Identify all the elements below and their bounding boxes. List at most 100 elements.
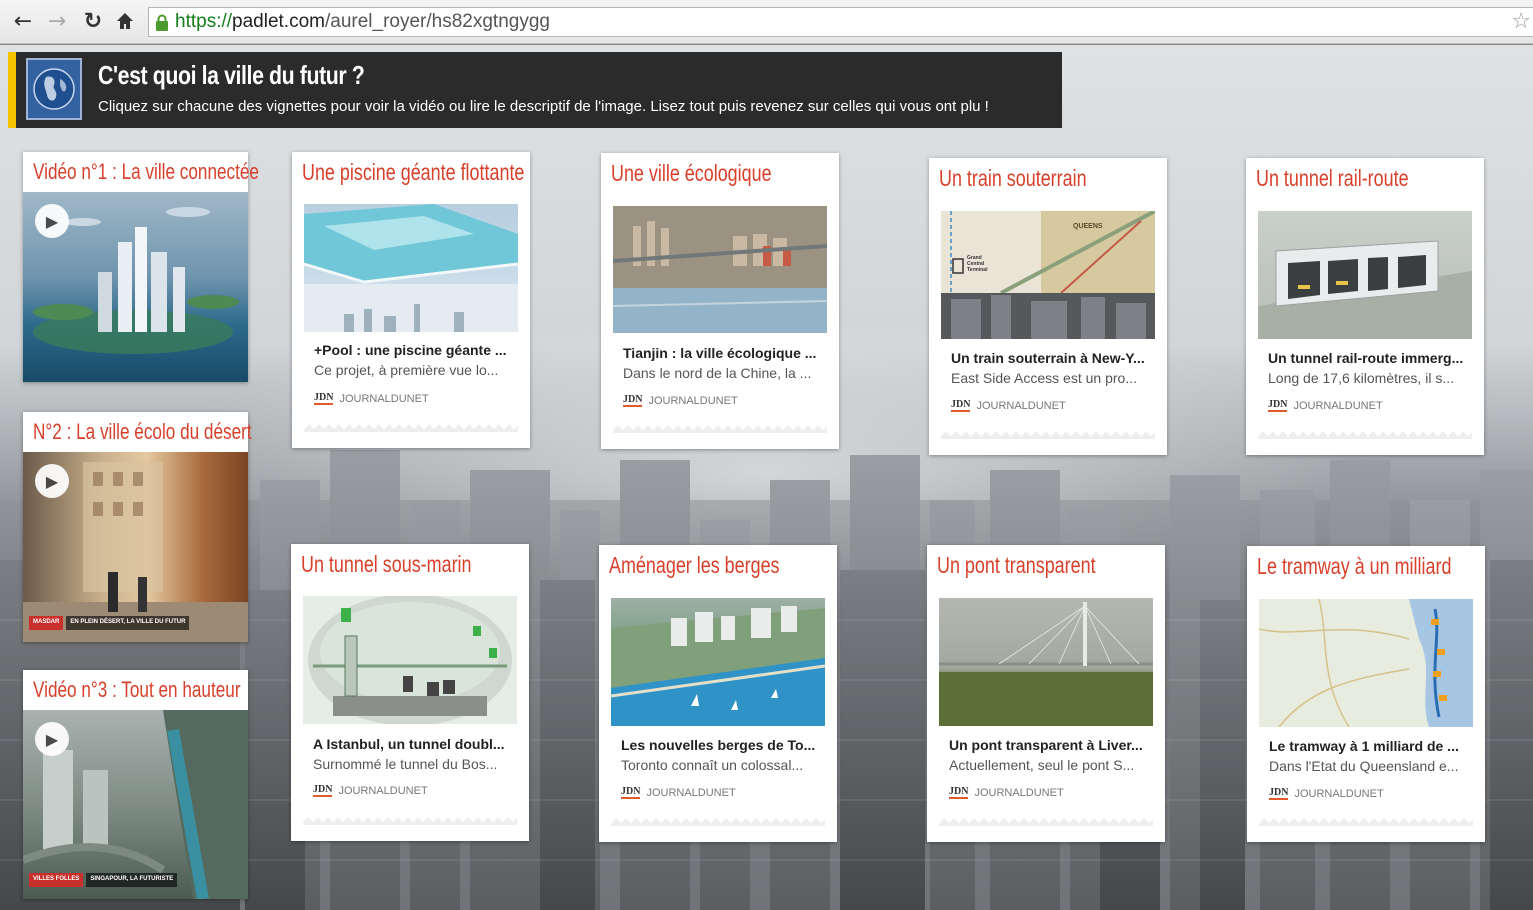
card-link-desc: Dans le nord de la Chine, la ... [623, 365, 812, 381]
link-card-subway[interactable]: Un train souterrain QUEENS Grand Central… [929, 158, 1167, 455]
card-link-desc: Ce projet, à première vue lo... [314, 362, 499, 378]
play-icon[interactable]: ▶ [35, 722, 69, 756]
video-card-2[interactable]: N°2 : La ville écolo du désert ▶ MASDAR E… [23, 412, 252, 642]
card-link-title[interactable]: Un pont transparent à Liver... [949, 737, 1143, 753]
card-link-title[interactable]: Tianjin : la ville écologique ... [623, 345, 816, 361]
card-divider [611, 816, 825, 826]
card-link-title[interactable]: Un train souterrain à New-Y... [951, 350, 1145, 366]
browser-toolbar: ← → ↻ https://padlet.com/aurel_royer/hs8… [0, 0, 1533, 44]
lock-icon [155, 14, 169, 31]
link-card-tramway[interactable]: Le tramway à un milliard Le tramway à 1 … [1247, 546, 1485, 842]
source-logo: JDN [623, 394, 643, 407]
card-source[interactable]: JDN JOURNALDUNET [313, 784, 428, 797]
card-thumbnail[interactable] [1258, 211, 1472, 339]
link-card-eco-city[interactable]: Une ville écologique Tianjin : la ville … [601, 153, 839, 449]
home-icon[interactable] [112, 8, 138, 34]
source-name: JOURNALDUNET [1294, 787, 1384, 800]
card-link-title[interactable]: Les nouvelles berges de To... [621, 737, 815, 753]
card-thumbnail[interactable] [303, 596, 517, 724]
source-name: JOURNALDUNET [339, 392, 429, 405]
card-link-desc: Dans l'Etat du Queensland e... [1269, 758, 1459, 774]
video-thumbnail[interactable]: ▶ VILLES FOLLES SINGAPOUR, LA FUTURISTE [23, 710, 248, 899]
source-name: JOURNALDUNET [648, 394, 738, 407]
card-link-desc: Surnommé le tunnel du Bos... [313, 756, 498, 772]
card-title: Une piscine géante flottante [302, 159, 525, 185]
card-link-desc: Long de 17,6 kilomètres, il s... [1268, 370, 1454, 386]
back-arrow-icon[interactable]: ← [10, 8, 36, 34]
link-card-bridge[interactable]: Un pont transparent Un pont transparent … [927, 545, 1165, 842]
card-source[interactable]: JDN JOURNALDUNET [621, 786, 736, 799]
video-card-1[interactable]: Vidéo n°1 : La ville connectée ▶ [23, 152, 259, 382]
source-logo: JDN [313, 784, 333, 797]
source-logo: JDN [1269, 787, 1289, 800]
source-name: JOURNALDUNET [976, 399, 1066, 412]
source-logo: JDN [314, 392, 334, 405]
card-thumbnail[interactable] [611, 598, 825, 726]
video-thumbnail[interactable]: ▶ [23, 192, 248, 382]
source-name: JOURNALDUNET [1293, 399, 1383, 412]
video-thumbnail[interactable]: ▶ MASDAR EN PLEIN DÉSERT, LA VILLE DU FUT… [23, 452, 248, 642]
source-name: JOURNALDUNET [646, 786, 736, 799]
card-source[interactable]: JDN JOURNALDUNET [623, 394, 738, 407]
video-caption: MASDAR EN PLEIN DÉSERT, LA VILLE DU FUTUR [29, 616, 190, 630]
url-scheme: https:// [175, 11, 233, 32]
card-title: Aménager les berges [609, 552, 780, 578]
card-thumbnail[interactable]: QUEENS Grand Central Terminal [941, 211, 1155, 339]
card-link-title[interactable]: Un tunnel rail-route immerg... [1268, 350, 1463, 366]
forward-arrow-icon[interactable]: → [44, 8, 70, 34]
card-divider [613, 423, 827, 433]
link-card-pool[interactable]: Une piscine géante flottante +Pool : une… [292, 152, 530, 448]
link-card-riverbanks[interactable]: Aménager les berges Les nouvelles berges… [599, 545, 837, 842]
card-title: Un tunnel rail-route [1256, 165, 1409, 191]
card-source[interactable]: JDN JOURNALDUNET [314, 392, 429, 405]
card-source[interactable]: JDN JOURNALDUNET [951, 399, 1066, 412]
card-thumbnail[interactable] [613, 206, 827, 333]
url-path: /aurel_royer/hs82xgtngygg [324, 11, 550, 32]
source-logo: JDN [1268, 399, 1288, 412]
source-logo: JDN [621, 786, 641, 799]
card-divider [303, 815, 517, 825]
video-title: Vidéo n°1 : La ville connectée [33, 159, 259, 184]
video-title: Vidéo n°3 : Tout en hauteur [33, 677, 241, 702]
board-title: C'est quoi la ville du futur ? [98, 60, 365, 90]
card-divider [1258, 429, 1472, 439]
card-divider [941, 429, 1155, 439]
card-link-desc: Actuellement, seul le pont S... [949, 757, 1135, 773]
card-link-title[interactable]: +Pool : une piscine géante ... [314, 342, 507, 358]
reload-icon[interactable]: ↻ [80, 8, 106, 34]
video-card-3[interactable]: Vidéo n°3 : Tout en hauteur ▶ VILLES FOL… [23, 670, 248, 899]
card-divider [1259, 816, 1473, 826]
map-label-queens: QUEENS [1073, 223, 1103, 230]
card-thumbnail[interactable] [1259, 599, 1473, 727]
card-thumbnail[interactable] [304, 204, 518, 332]
star-icon[interactable]: ☆ [1511, 9, 1531, 34]
card-source[interactable]: JDN JOURNALDUNET [1269, 787, 1384, 800]
video-caption: VILLES FOLLES SINGAPOUR, LA FUTURISTE [29, 873, 178, 887]
link-card-undersea-tunnel[interactable]: Un tunnel sous-marin A Istanbul, un tunn… [291, 544, 529, 841]
card-link-desc: Toronto connaît un colossal... [621, 757, 804, 773]
card-title: Un pont transparent [937, 552, 1096, 578]
play-icon[interactable]: ▶ [35, 204, 69, 238]
play-icon[interactable]: ▶ [35, 464, 69, 498]
board-subtitle: Cliquez sur chacune des vignettes pour v… [98, 98, 989, 115]
card-title: Une ville écologique [611, 160, 772, 186]
card-title: Un train souterrain [939, 165, 1087, 191]
link-card-rail-road-tunnel[interactable]: Un tunnel rail-route Un tunnel rail-rout… [1246, 158, 1484, 455]
card-title: Le tramway à un milliard [1257, 553, 1452, 579]
card-source[interactable]: JDN JOURNALDUNET [1268, 399, 1383, 412]
card-link-title[interactable]: A Istanbul, un tunnel doubl... [313, 736, 505, 752]
video-title: N°2 : La ville écolo du désert [33, 419, 252, 444]
address-bar[interactable]: https://padlet.com/aurel_royer/hs82xgtng… [148, 7, 1533, 37]
card-source[interactable]: JDN JOURNALDUNET [949, 786, 1064, 799]
globe-icon [26, 58, 82, 120]
map-label-grand-central: Grand Central Terminal [967, 255, 988, 273]
card-link-title[interactable]: Le tramway à 1 milliard de ... [1269, 738, 1459, 754]
source-name: JOURNALDUNET [338, 784, 428, 797]
source-logo: JDN [949, 786, 969, 799]
card-link-desc: East Side Access est un pro... [951, 370, 1137, 386]
source-logo: JDN [951, 399, 971, 412]
card-divider [939, 816, 1153, 826]
card-divider [304, 422, 518, 432]
card-title: Un tunnel sous-marin [301, 551, 472, 577]
card-thumbnail[interactable] [939, 598, 1153, 726]
